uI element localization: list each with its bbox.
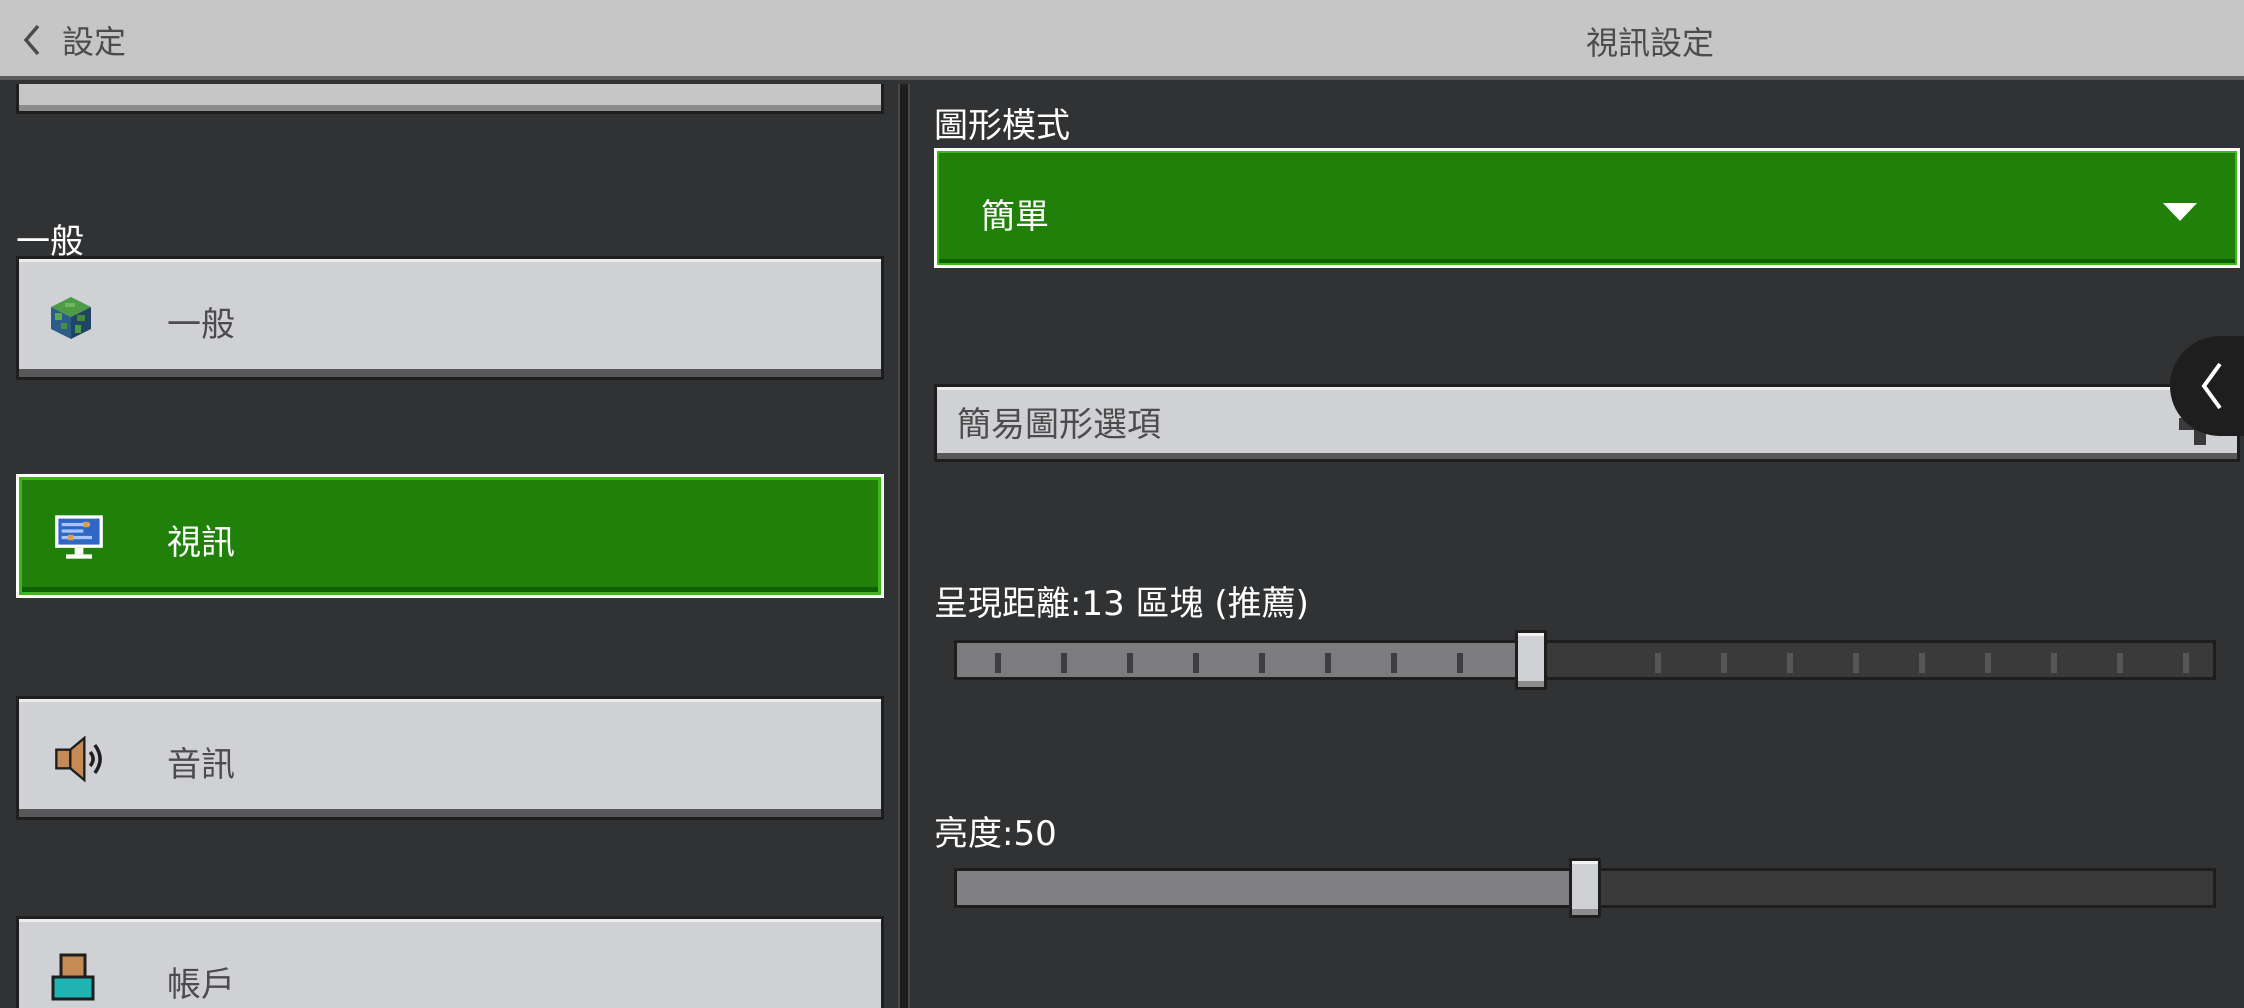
sidebar-item-partial[interactable] xyxy=(16,84,884,114)
brightness-slider[interactable] xyxy=(954,858,2216,918)
slider-tick xyxy=(1721,653,1727,673)
video-settings-screen: 設定 視訊設定 一般 一般 視訊 音訊 帳戶 圖形模式 簡單 簡易圖形選項 呈現… xyxy=(0,0,2244,1008)
back-label: 設定 xyxy=(62,23,127,61)
slider-tick xyxy=(1853,653,1859,673)
simple-graphics-options-expander[interactable]: 簡易圖形選項 xyxy=(934,384,2240,462)
sidebar-item-label: 帳戶 xyxy=(167,965,235,1005)
slider-tick xyxy=(1259,653,1265,673)
slider-tick xyxy=(995,653,1001,673)
account-icon xyxy=(51,953,95,1001)
graphics-mode-label: 圖形模式 xyxy=(934,106,1070,146)
speaker-icon xyxy=(55,735,102,783)
simple-graphics-options-label: 簡易圖形選項 xyxy=(957,405,1161,445)
render-distance-thumb[interactable] xyxy=(1515,630,1547,690)
globe-cube-icon xyxy=(51,297,91,339)
brightness-thumb[interactable] xyxy=(1569,858,1601,918)
video-settings-panel[interactable]: 圖形模式 簡單 簡易圖形選項 呈現距離:13 區塊 (推薦) 亮度:50 xyxy=(910,84,2244,1008)
sidebar-item-label: 音訊 xyxy=(167,745,235,785)
slider-tick xyxy=(1325,653,1331,673)
sidebar-item-general[interactable]: 一般 xyxy=(16,256,884,380)
slider-tick xyxy=(1985,653,1991,673)
slider-tick xyxy=(1787,653,1793,673)
chevron-left-icon xyxy=(23,24,40,56)
chevron-down-icon xyxy=(2163,203,2197,221)
render-distance-label: 呈現距離:13 區塊 (推薦) xyxy=(934,584,1309,624)
slider-tick xyxy=(2183,653,2189,673)
brightness-label: 亮度:50 xyxy=(934,814,1057,854)
render-distance-slider[interactable] xyxy=(954,630,2216,690)
page-title: 視訊設定 xyxy=(1585,24,1714,62)
sidebar-item-account[interactable]: 帳戶 xyxy=(16,916,884,1008)
slider-tick xyxy=(1061,653,1067,673)
slider-tick xyxy=(1655,653,1661,673)
slider-tick xyxy=(1457,653,1463,673)
back-button[interactable]: 設定 xyxy=(18,14,126,66)
slider-tick xyxy=(2051,653,2057,673)
render-distance-ticks xyxy=(957,643,2213,677)
sidebar-item-audio[interactable]: 音訊 xyxy=(16,696,884,820)
slider-tick xyxy=(2117,653,2123,673)
slider-tick xyxy=(1193,653,1199,673)
panel-divider xyxy=(898,84,910,1008)
graphics-mode-dropdown[interactable]: 簡單 xyxy=(934,148,2240,268)
sidebar-item-label: 視訊 xyxy=(167,523,235,563)
chevron-left-icon xyxy=(2201,362,2222,410)
sidebar-item-label: 一般 xyxy=(167,305,235,345)
brightness-fill xyxy=(957,871,1585,905)
header-bar: 設定 視訊設定 xyxy=(0,0,2244,80)
slider-tick xyxy=(1127,653,1133,673)
slider-tick xyxy=(1391,653,1397,673)
graphics-mode-value: 簡單 xyxy=(981,197,1049,237)
monitor-icon xyxy=(55,515,103,559)
settings-sidebar[interactable]: 一般 一般 視訊 音訊 帳戶 xyxy=(0,84,898,1008)
sidebar-item-video[interactable]: 視訊 xyxy=(16,474,884,598)
slider-tick xyxy=(1919,653,1925,673)
